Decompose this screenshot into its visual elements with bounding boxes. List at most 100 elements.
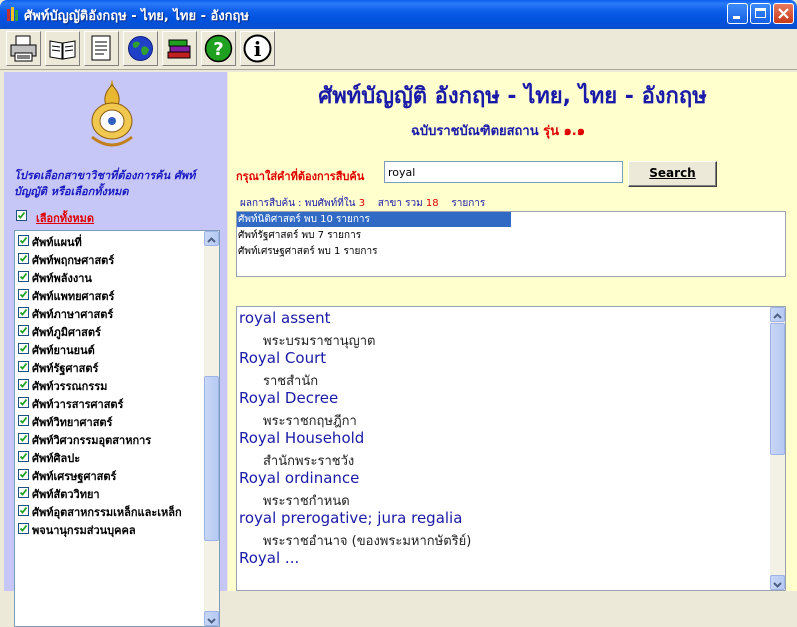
checkbox-icon[interactable] (18, 235, 29, 246)
thai-translation: พระราชอำนาจ (ของพระมหากษัตริย์) (263, 534, 472, 549)
library-button[interactable] (162, 31, 197, 66)
checkbox-icon[interactable] (18, 325, 29, 336)
dictionary-button[interactable] (45, 31, 80, 66)
info-icon: i (243, 34, 272, 63)
close-icon (778, 8, 789, 19)
category-label: พจนานุกรมส่วนบุคคล (32, 524, 136, 537)
category-list[interactable]: ศัพท์แผนที่ ศัพท์พฤกษศาสตร์ ศัพท์พลังงาน ศั… (14, 230, 220, 627)
category-scrollbar[interactable] (204, 231, 219, 626)
checkbox-icon[interactable] (18, 505, 29, 516)
print-button[interactable] (6, 31, 41, 66)
category-label: ศัพท์วิทยาศาสตร์ (32, 416, 113, 429)
total-count: 18 (425, 198, 439, 209)
notes-button[interactable] (84, 31, 119, 66)
maximize-icon (755, 8, 766, 18)
result-row[interactable]: ศัพท์นิติศาสตร์ พบ 10 รายการ (237, 212, 511, 227)
minimize-icon (733, 16, 740, 19)
scroll-down-button[interactable] (204, 611, 219, 626)
checkbox-icon[interactable] (18, 343, 29, 354)
help-button[interactable]: ? (201, 31, 236, 66)
definitions-list[interactable]: royal assent พระบรมราชานุญาต Royal Court รา… (236, 306, 786, 591)
thai-translation: สำนักพระราชวัง (263, 454, 355, 469)
window-titlebar[interactable]: ศัพท์บัญญัติอังกฤษ - ไทย, ไทย - อังกฤษ (0, 0, 797, 29)
result-row[interactable]: ศัพท์เศรษฐศาสตร์ พบ 1 รายการ (237, 244, 377, 259)
checkbox-icon[interactable] (18, 433, 29, 444)
checkbox-icon[interactable] (18, 289, 29, 300)
close-button[interactable] (773, 3, 794, 24)
branch-count: 3 (358, 198, 366, 209)
help-icon: ? (204, 34, 233, 63)
category-label: ศัพท์วรรณกรรม (32, 380, 108, 393)
chevron-up-icon (207, 237, 216, 243)
defs-scroll-down-button[interactable] (770, 575, 785, 590)
window-title: ศัพท์บัญญัติอังกฤษ - ไทย, ไทย - อังกฤษ (24, 9, 249, 24)
category-label: ศัพท์ภูมิศาสตร์ (32, 326, 101, 339)
maximize-button[interactable] (750, 3, 771, 24)
search-input[interactable] (384, 161, 623, 183)
checkbox-icon[interactable] (18, 415, 29, 426)
checkbox-icon[interactable] (18, 271, 29, 282)
checkbox-icon[interactable] (18, 487, 29, 498)
checkbox-icon[interactable] (18, 469, 29, 480)
category-label: ศัพท์พลังงาน (32, 272, 92, 285)
checkbox-icon[interactable] (18, 523, 29, 534)
category-label: ศัพท์อุตสาหกรรมเหล็กและเหล็ก (32, 506, 182, 519)
term-entry: Royal Court (239, 349, 327, 367)
category-label: ศัพท์วารสารศาสตร์ (32, 398, 124, 411)
left-panel: โปรดเลือกสาขาวิชาที่ต้องการค้น ศัพท์บัญญ… (4, 72, 227, 627)
search-label: กรุณาใส่คำที่ต้องการสืบค้น (236, 170, 365, 183)
term-entry: Royal ordinance (239, 469, 360, 487)
definitions-scrollbar[interactable] (770, 307, 785, 590)
search-button-label: Search (649, 166, 696, 180)
books-icon (167, 39, 191, 59)
result-row[interactable]: ศัพท์รัฐศาสตร์ พบ 7 รายการ (237, 228, 361, 243)
toolbar: ? i (0, 29, 797, 70)
app-icon (7, 7, 18, 21)
checkbox-icon[interactable] (18, 307, 29, 318)
search-button[interactable]: Search (628, 161, 717, 187)
summary-suffix: รายการ (451, 198, 486, 209)
document-icon (91, 35, 111, 61)
term-entry: Royal Decree (239, 389, 339, 407)
chevron-up-icon (773, 313, 782, 319)
checkbox-icon (16, 210, 27, 221)
chevron-down-icon (773, 582, 782, 588)
svg-text:i: i (254, 37, 262, 61)
category-label: ศัพท์ยานยนต์ (32, 344, 95, 357)
checkbox-icon[interactable] (18, 397, 29, 408)
branch-results-list[interactable]: ศัพท์นิติศาสตร์ พบ 10 รายการ ศัพท์รัฐศาสต… (236, 211, 786, 277)
category-label: ศัพท์สัตววิทยา (32, 488, 100, 501)
svg-text:?: ? (213, 39, 223, 60)
category-label: ศัพท์พฤกษศาสตร์ (32, 254, 115, 267)
version-text: รุ่น ๑.๑ (543, 124, 585, 139)
scroll-up-button[interactable] (204, 231, 219, 246)
page-title: ศัพท์บัญญัติ อังกฤษ - ไทย, ไทย - อังกฤษ (318, 84, 707, 109)
printer-icon (10, 35, 37, 62)
chevron-down-icon (207, 618, 216, 624)
thai-translation: พระบรมราชานุญาต (263, 334, 376, 349)
result-summary: ผลการสืบค้น : พบศัพท์ที่ใน 3 สาขา รวม 18… (240, 196, 485, 211)
right-panel: ศัพท์บัญญัติ อังกฤษ - ไทย, ไทย - อังกฤษ … (228, 72, 797, 591)
term-entry: royal assent (239, 309, 331, 327)
defs-scroll-up-button[interactable] (770, 307, 785, 322)
term-entry: Royal Household (239, 429, 365, 447)
branch-label: สาขา รวม (377, 198, 423, 209)
about-button[interactable]: i (240, 31, 275, 66)
select-prompt: โปรดเลือกสาขาวิชาที่ต้องการค้น ศัพท์บัญญ… (14, 169, 196, 198)
checkbox-icon[interactable] (18, 379, 29, 390)
thai-translation: ราชสำนัก (263, 374, 319, 389)
minimize-button[interactable] (727, 3, 748, 24)
checkbox-icon[interactable] (18, 361, 29, 372)
edition-line: ฉบับราชบัณฑิตยสถาน รุ่น ๑.๑ (411, 120, 585, 141)
edition-text: ฉบับราชบัณฑิตยสถาน (411, 124, 539, 139)
web-button[interactable] (123, 31, 158, 66)
defs-scroll-thumb[interactable] (770, 323, 785, 455)
term-entry: royal prerogative; jura regalia (239, 509, 463, 527)
emblem-logo (91, 79, 133, 147)
checkbox-icon[interactable] (18, 253, 29, 264)
checkbox-icon[interactable] (18, 451, 29, 462)
thai-translation: พระราชกำหนด (263, 494, 350, 509)
thai-translation: พระราชกฤษฎีกา (263, 414, 357, 429)
select-all-label: เลือกทั้งหมด (36, 212, 95, 225)
scroll-thumb[interactable] (204, 376, 219, 541)
